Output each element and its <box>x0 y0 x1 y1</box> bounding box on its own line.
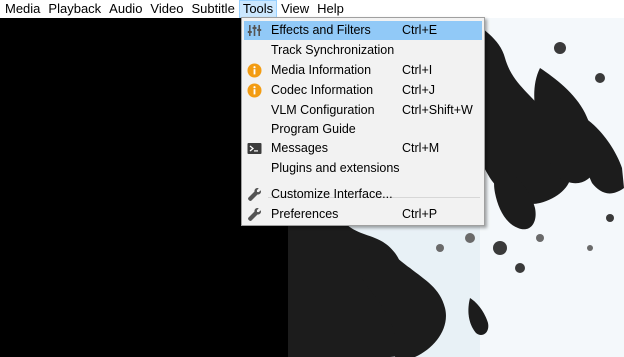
menu-video[interactable]: Video <box>146 0 187 18</box>
equalizer-icon <box>247 25 262 36</box>
menu-media[interactable]: Media <box>0 0 44 18</box>
menu-item-label: Media Information <box>271 63 372 77</box>
menu-item-program-guide[interactable]: Program Guide <box>244 120 482 139</box>
menu-item-shortcut: Ctrl+Shift+W <box>402 103 473 117</box>
menu-item-label: Effects and Filters <box>271 23 371 37</box>
menu-playback[interactable]: Playback <box>44 0 105 18</box>
menu-item-label: Track Synchronization <box>271 43 395 57</box>
menu-item-media-information[interactable]: Media Information Ctrl+I <box>244 61 482 80</box>
menu-item-label: Messages <box>271 141 328 155</box>
menu-item-shortcut: Ctrl+E <box>402 23 438 37</box>
vlc-window: Media Playback Audio Video Subtitle Tool… <box>0 0 624 357</box>
menu-subtitle[interactable]: Subtitle <box>187 0 238 18</box>
menu-audio[interactable]: Audio <box>105 0 146 18</box>
menu-item-plugins-and-extensions[interactable]: Plugins and extensions <box>244 159 482 178</box>
menu-view[interactable]: View <box>277 0 313 18</box>
wrench-icon <box>248 188 261 201</box>
menu-item-label: VLM Configuration <box>271 103 375 117</box>
menu-item-label: Codec Information <box>271 83 374 97</box>
menu-item-label: Plugins and extensions <box>271 161 400 175</box>
menu-item-shortcut: Ctrl+I <box>402 63 433 77</box>
menu-tools[interactable]: Tools <box>238 0 278 18</box>
menu-bar: Media Playback Audio Video Subtitle Tool… <box>0 0 624 18</box>
menu-help[interactable]: Help <box>313 0 348 18</box>
menu-item-track-synchronization[interactable]: Track Synchronization <box>244 41 482 60</box>
menu-item-shortcut: Ctrl+J <box>402 83 435 97</box>
info-icon <box>247 63 262 78</box>
menu-item-label: Preferences <box>271 207 339 221</box>
tools-menu: Effects and Filters Ctrl+E Track Synchro… <box>241 17 485 226</box>
menu-item-shortcut: Ctrl+M <box>402 141 440 155</box>
menu-item-label: Program Guide <box>271 122 356 136</box>
info-icon <box>247 83 262 98</box>
menu-item-shortcut: Ctrl+P <box>402 207 438 221</box>
menu-item-customize-interface[interactable]: Customize Interface... <box>244 185 482 204</box>
menu-item-messages[interactable]: Messages Ctrl+M <box>244 139 482 158</box>
menu-item-codec-information[interactable]: Codec Information Ctrl+J <box>244 81 482 100</box>
menu-item-effects-and-filters[interactable]: Effects and Filters Ctrl+E <box>244 21 482 40</box>
terminal-icon <box>247 143 262 154</box>
menu-item-label: Customize Interface... <box>271 187 393 201</box>
menu-item-preferences[interactable]: Preferences Ctrl+P <box>244 205 482 224</box>
menu-item-vlm-configuration[interactable]: VLM Configuration Ctrl+Shift+W <box>244 101 482 120</box>
wrench-icon <box>248 208 261 221</box>
